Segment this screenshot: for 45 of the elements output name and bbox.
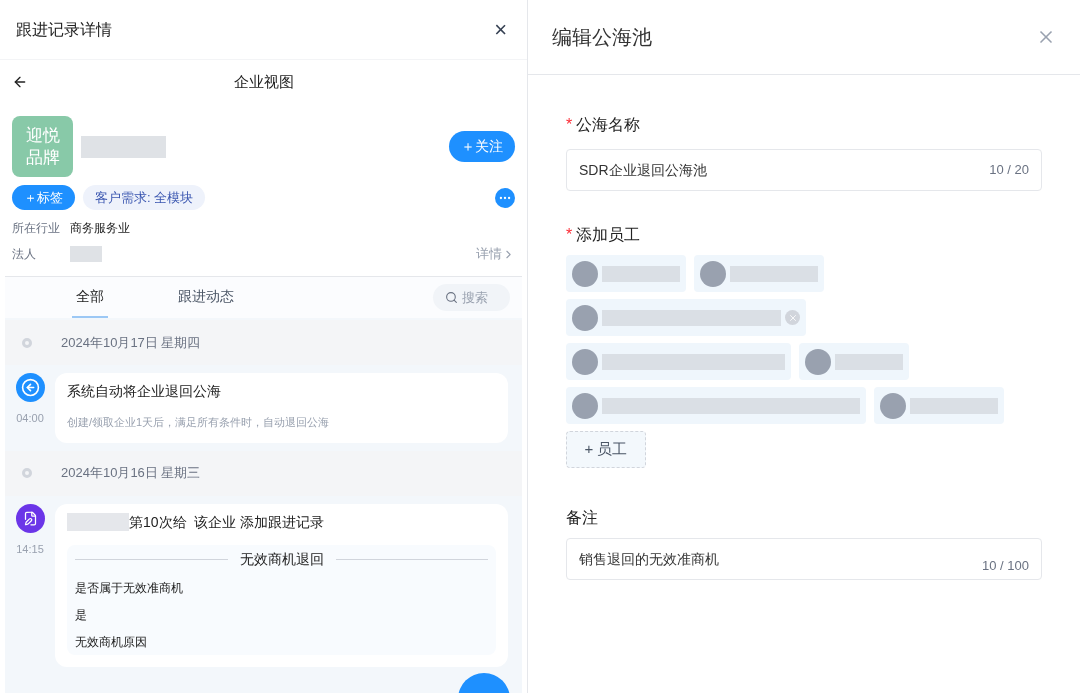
- dialog-title: 编辑公海池: [552, 25, 652, 50]
- avatar: [572, 348, 598, 375]
- detail-line: 是: [75, 606, 88, 624]
- input-field[interactable]: SDR企业退回公海池 10 / 20: [566, 149, 1042, 191]
- edit-note-icon: [15, 503, 45, 533]
- field-label: * 公海名称: [566, 115, 642, 135]
- avatar: [572, 392, 598, 419]
- char-count: 10 / 20: [989, 161, 1029, 180]
- entry-time: 04:00: [16, 411, 44, 426]
- avatar: [880, 392, 906, 419]
- add-employee-button[interactable]: + 员工: [566, 431, 646, 468]
- search-icon: [445, 291, 458, 304]
- close-button[interactable]: ×: [490, 13, 511, 46]
- view-title: 企业视图: [233, 71, 294, 92]
- char-count: 10 / 100: [982, 556, 1029, 575]
- detail-line: 无效商机原因: [75, 633, 148, 651]
- avatar: [805, 348, 831, 375]
- field-value: 商务服务业: [70, 220, 130, 237]
- tag: 客户需求: 全模块: [83, 185, 206, 210]
- avatar: [572, 304, 598, 331]
- field-label: 所在行业: [12, 220, 61, 237]
- avatar: [700, 260, 726, 287]
- section-heading: 无效商机退回: [239, 549, 324, 569]
- tab[interactable]: 跟进动态: [174, 277, 238, 318]
- entry-title: 系统自动将企业退回公海: [67, 382, 222, 401]
- avatar: [572, 260, 598, 287]
- redacted-name: [67, 513, 129, 531]
- field-label: 备注: [566, 508, 599, 528]
- more-button[interactable]: [495, 187, 515, 208]
- field-label: * 添加员工: [566, 225, 642, 245]
- required-mark: *: [566, 226, 573, 243]
- back-icon[interactable]: [12, 74, 28, 90]
- return-icon: [15, 373, 45, 402]
- date-heading: 2024年10月16日 星期三: [61, 464, 201, 483]
- panel-title: 跟进记录详情: [16, 19, 112, 40]
- detail-line: 是否属于无效准商机: [75, 579, 184, 597]
- brand-logo: 迎悦品牌: [12, 116, 73, 177]
- entry-note: 创建/领取企业1天后，满足所有条件时，自动退回公海: [67, 415, 331, 430]
- text-area[interactable]: 销售退回的无效准商机 10 / 100: [566, 538, 1042, 580]
- entry-time: 14:15: [16, 541, 44, 557]
- redacted-value: [70, 246, 102, 262]
- field-label: 法人: [12, 246, 37, 263]
- required-mark: *: [566, 116, 573, 133]
- date-heading: 2024年10月17日 星期四: [61, 333, 201, 352]
- entry-title: 第10次给 该企业 添加跟进记录: [129, 512, 325, 532]
